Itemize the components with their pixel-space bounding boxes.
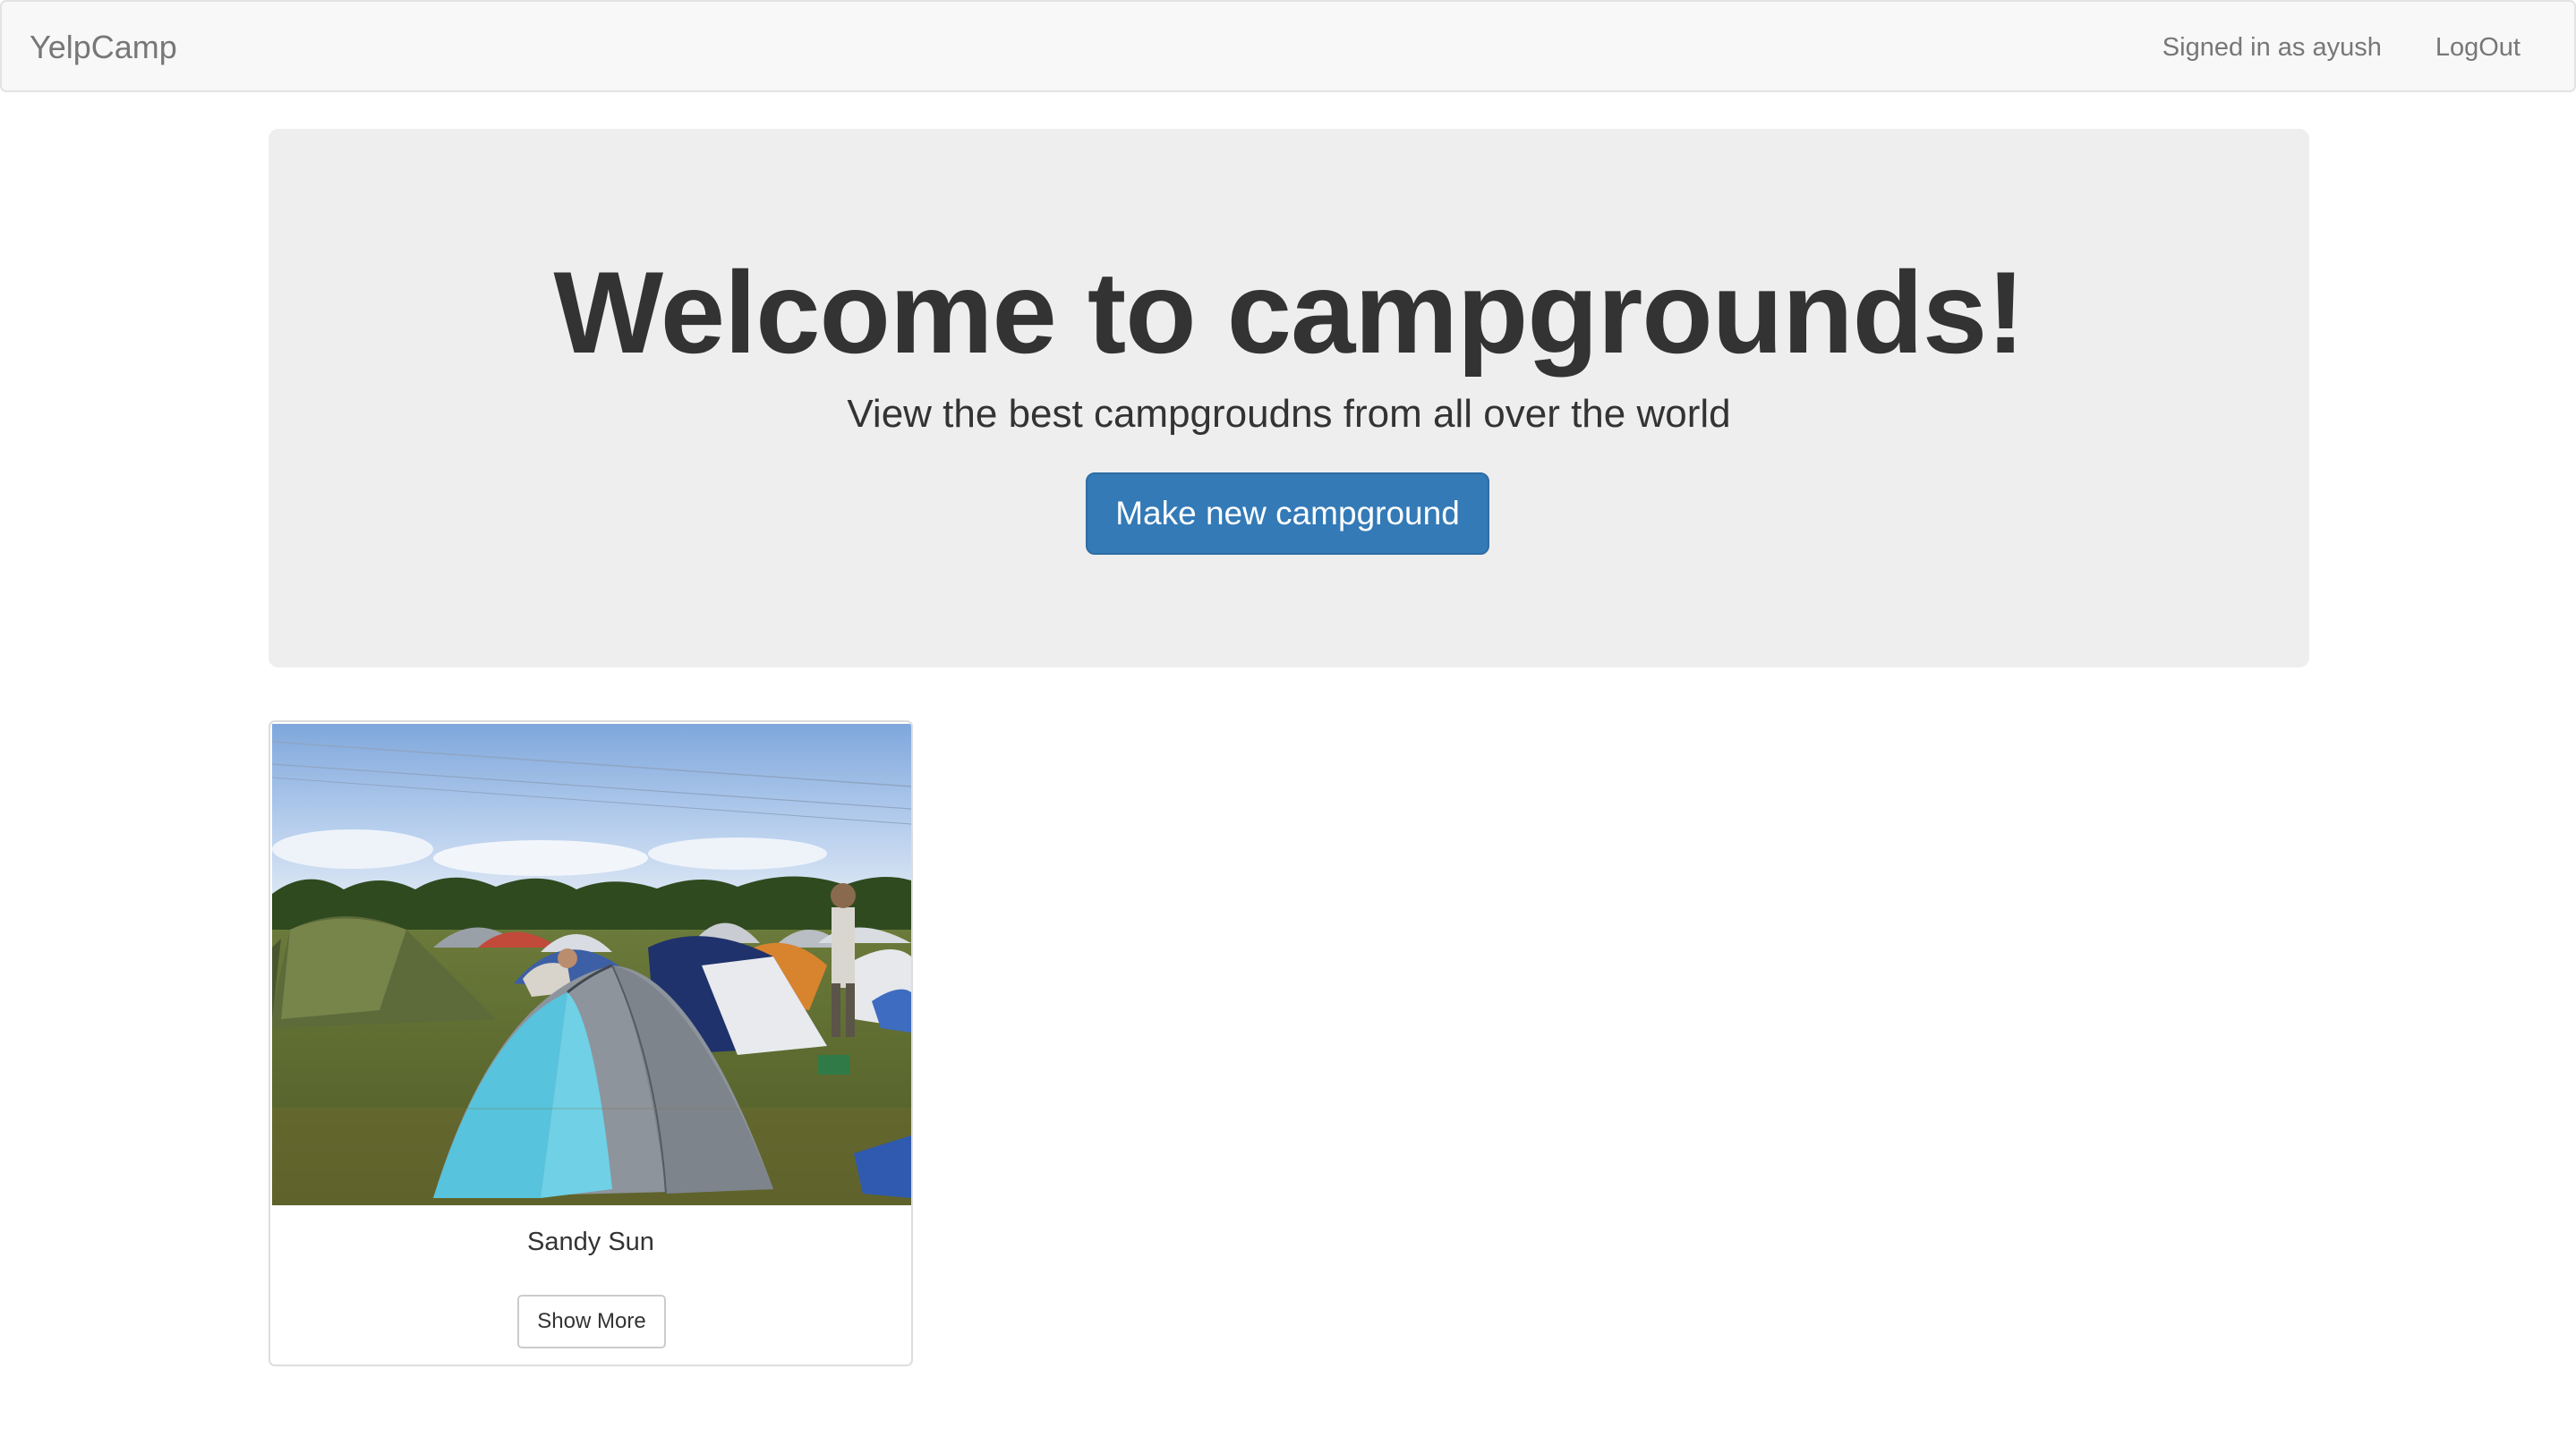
jumbotron: Welcome to campgrounds! View the best ca… xyxy=(269,129,2309,667)
brand-link[interactable]: YelpCamp xyxy=(30,29,177,66)
navbar: YelpCamp Signed in as ayush LogOut xyxy=(0,0,2576,92)
campground-name: Sandy Sun xyxy=(527,1228,654,1256)
signed-in-link[interactable]: Signed in as ayush xyxy=(2162,31,2382,64)
page-subtitle: View the best campgroudns from all over … xyxy=(847,392,1731,436)
make-new-campground-button[interactable]: Make new campground xyxy=(1086,472,1489,555)
logout-link[interactable]: LogOut xyxy=(2435,31,2521,64)
campground-tents-photo xyxy=(272,724,911,1205)
campground-image xyxy=(272,724,911,1205)
show-more-button[interactable]: Show More xyxy=(517,1295,666,1348)
page-title: Welcome to campgrounds! xyxy=(553,247,2025,378)
navbar-right: Signed in as ayush LogOut xyxy=(2109,31,2521,64)
campground-card: Sandy Sun Show More xyxy=(269,720,913,1366)
